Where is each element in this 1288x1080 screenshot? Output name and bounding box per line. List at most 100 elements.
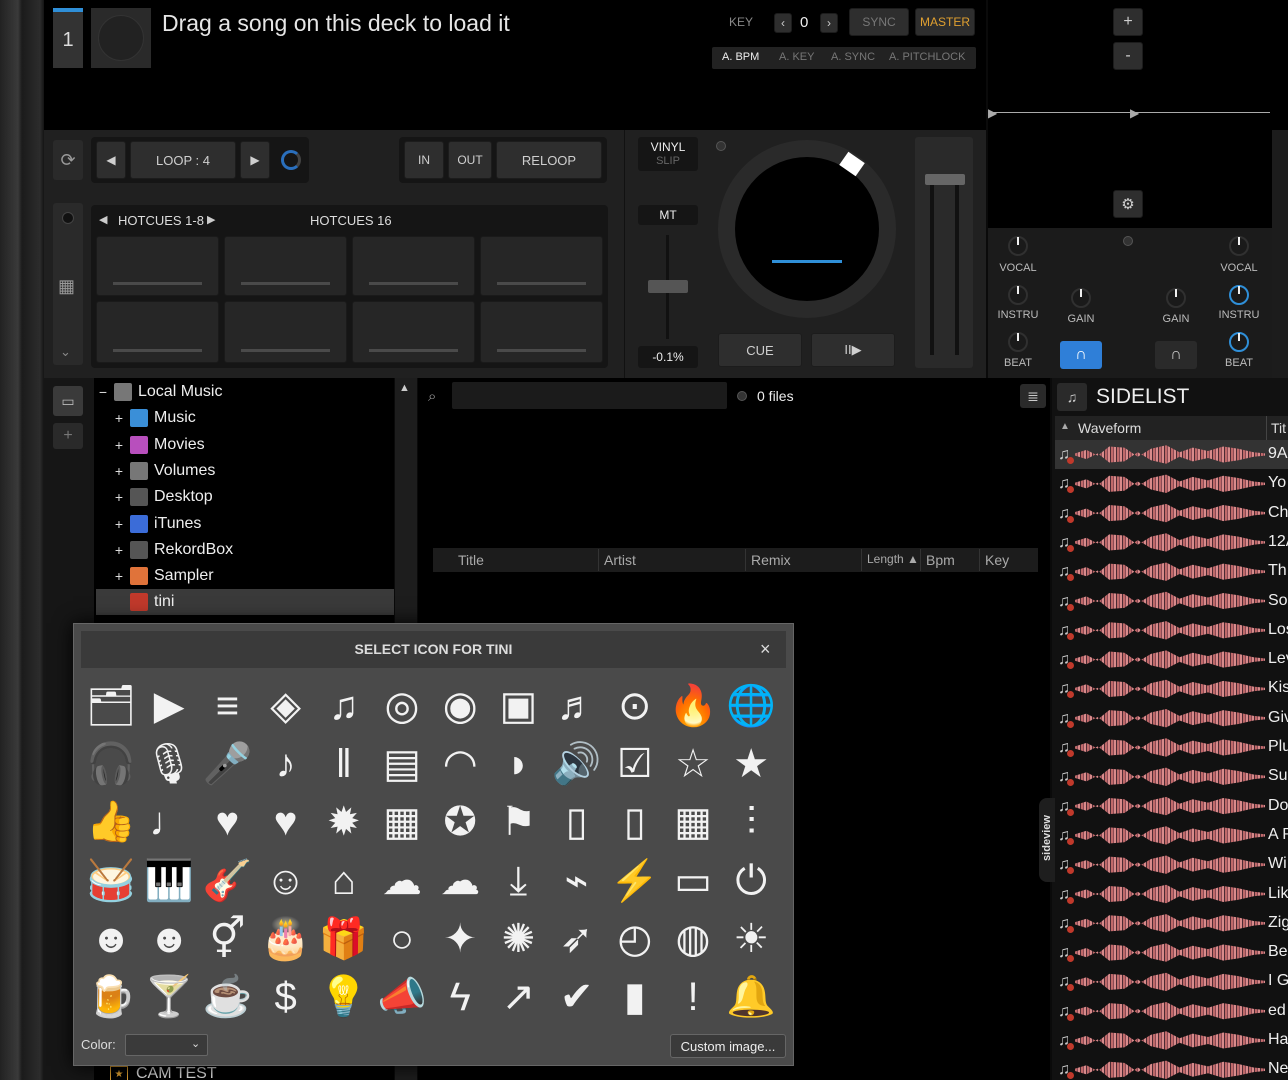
lightbulb-icon[interactable]: 💡 bbox=[317, 970, 371, 1024]
rocket-icon[interactable]: ➶ bbox=[550, 912, 604, 966]
sidelist-row[interactable]: ♫ Los bbox=[1055, 616, 1288, 645]
cloud-star-icon[interactable]: ☁ bbox=[375, 854, 429, 908]
speaker-icon[interactable]: 🔊 bbox=[550, 737, 604, 791]
master-button[interactable]: MASTER bbox=[915, 8, 975, 36]
expand-toggle-icon[interactable]: + bbox=[112, 568, 126, 584]
sidelist-row[interactable]: ♫ Wi bbox=[1055, 850, 1288, 879]
column-header[interactable]: Title bbox=[458, 552, 484, 568]
sidelist-row[interactable]: ♫ Ne bbox=[1055, 1055, 1288, 1080]
dj-booth-icon[interactable]: ⌂ bbox=[317, 854, 371, 908]
pitch-slider-handle[interactable] bbox=[648, 280, 688, 293]
scroll-up-icon[interactable]: ▲ bbox=[399, 382, 410, 394]
search-input[interactable] bbox=[452, 382, 727, 409]
tree-item-local-music[interactable]: − Local Music bbox=[96, 379, 394, 405]
play-pause-button[interactable]: II▶ bbox=[811, 333, 895, 367]
sidelist-row[interactable]: ♫ Lev bbox=[1055, 645, 1288, 674]
add-folder-icon[interactable]: ▭ bbox=[53, 386, 83, 416]
playlist-music-icon[interactable]: ≡ bbox=[200, 679, 254, 733]
tree-item-tini[interactable]: tini bbox=[96, 589, 394, 616]
phone-icon[interactable]: ▯ bbox=[550, 795, 604, 849]
settings-gear-icon[interactable]: ⚙ bbox=[1113, 190, 1143, 218]
hotcue-bank-label[interactable]: HOTCUES 1-8 bbox=[118, 213, 204, 228]
sort-icon[interactable]: ▲ bbox=[1060, 421, 1070, 432]
check-box-icon[interactable]: ☑ bbox=[608, 737, 662, 791]
sidelist-row[interactable]: ♫ 9A bbox=[1055, 440, 1288, 469]
tree-item-music[interactable]: + Music bbox=[96, 405, 394, 431]
key-down-button[interactable]: ‹ bbox=[774, 13, 792, 33]
music-disc-icon[interactable]: ♫ bbox=[317, 679, 371, 733]
auto-bpm-toggle[interactable]: A. BPM bbox=[722, 51, 759, 63]
sidelist-col-title[interactable]: Tit bbox=[1271, 420, 1286, 436]
gain-knob-right[interactable] bbox=[1166, 288, 1186, 308]
expand-toggle-icon[interactable]: + bbox=[112, 410, 126, 426]
gain-knob-left[interactable] bbox=[1071, 288, 1091, 308]
headphones-left-icon[interactable]: ∩ bbox=[1060, 341, 1102, 369]
firework-icon[interactable]: ✺ bbox=[491, 912, 545, 966]
sidelist-row[interactable]: ♫ Kis bbox=[1055, 674, 1288, 703]
expand-toggle-icon[interactable]: − bbox=[96, 384, 110, 400]
power-icon[interactable]: ⏻ bbox=[724, 854, 778, 908]
custom-image-button[interactable]: Custom image... bbox=[670, 1034, 786, 1058]
star-icon[interactable]: ★ bbox=[724, 737, 778, 791]
hotcue-next-icon[interactable]: ▶ bbox=[207, 213, 215, 226]
sidelist-music-icon[interactable]: ♫ bbox=[1057, 383, 1087, 411]
speaker-box-icon[interactable]: ▯ bbox=[608, 795, 662, 849]
tree-item-movies[interactable]: + Movies bbox=[96, 432, 394, 458]
column-header[interactable]: Remix bbox=[751, 552, 791, 568]
tree-item-sampler[interactable]: + Sampler bbox=[96, 563, 394, 589]
new-badge-icon[interactable]: ✹ bbox=[317, 795, 371, 849]
list-options-icon[interactable]: ≣ bbox=[1020, 384, 1046, 408]
sidelist-row[interactable]: ♫ Do bbox=[1055, 792, 1288, 821]
loop-prev-button[interactable]: ◀ bbox=[96, 141, 126, 179]
tree-item-cam-test[interactable]: ★ CAM TEST bbox=[110, 1065, 217, 1080]
loop-roll-icon[interactable]: ⟳ bbox=[53, 140, 83, 180]
soundwave-icon[interactable]: ‖ bbox=[317, 737, 371, 791]
tree-item-volumes[interactable]: + Volumes bbox=[96, 458, 394, 484]
loop-size-button[interactable]: LOOP : 4 bbox=[130, 141, 236, 179]
mixer-sliders-icon[interactable]: ⫶ bbox=[724, 795, 778, 849]
headphones-right-icon[interactable]: ∩ bbox=[1155, 341, 1197, 369]
column-header[interactable]: Bpm bbox=[926, 552, 955, 568]
cloud-music-icon[interactable]: ☁ bbox=[433, 854, 487, 908]
zoom-in-button[interactable]: + bbox=[1113, 8, 1143, 36]
auto-sync-toggle[interactable]: A. SYNC bbox=[831, 51, 875, 63]
tree-item-rekordbox[interactable]: + RekordBox bbox=[96, 537, 394, 563]
guitar-icon[interactable]: 🎸 bbox=[200, 854, 254, 908]
heart-icon[interactable]: ♥ bbox=[259, 795, 313, 849]
radio-icon[interactable]: ▭ bbox=[666, 854, 720, 908]
deck-number[interactable]: 1 bbox=[53, 8, 83, 68]
microphone-icon[interactable]: 🎙 bbox=[142, 737, 196, 791]
sidelist-row[interactable]: ♫ Ha bbox=[1055, 1026, 1288, 1055]
broadcast-icon[interactable]: ◗ bbox=[491, 737, 545, 791]
globe-music-icon[interactable]: 🌐 bbox=[724, 679, 778, 733]
lightning-icon[interactable]: ϟ bbox=[433, 970, 487, 1024]
turntable-icon[interactable]: ▣ bbox=[491, 679, 545, 733]
music-bubble-icon[interactable]: ♩ bbox=[142, 795, 196, 849]
instru-knob-left[interactable] bbox=[1008, 285, 1028, 305]
piano-icon[interactable]: 🎹 bbox=[142, 854, 196, 908]
playlist-video-icon[interactable]: ▶ bbox=[142, 679, 196, 733]
dj-user-icon[interactable]: ☺ bbox=[259, 854, 313, 908]
megaphone-icon[interactable]: 📣 bbox=[375, 970, 429, 1024]
loop-next-button[interactable]: ▶ bbox=[240, 141, 270, 179]
auto-pitchlock-toggle[interactable]: A. PITCHLOCK bbox=[889, 51, 965, 63]
bookmark-star-icon[interactable]: ⚑ bbox=[491, 795, 545, 849]
hotcue-pad[interactable] bbox=[96, 301, 219, 363]
hotcue-16-label[interactable]: HOTCUES 16 bbox=[310, 213, 392, 228]
vinyl-hand-icon[interactable]: ◉ bbox=[433, 679, 487, 733]
close-icon[interactable]: × bbox=[760, 639, 771, 660]
expand-toggle-icon[interactable]: + bbox=[112, 516, 126, 532]
sidelist-row[interactable]: ♫ I G bbox=[1055, 967, 1288, 996]
alert-circle-icon[interactable]: ! bbox=[666, 970, 720, 1024]
cocktail-icon[interactable]: 🍸 bbox=[142, 970, 196, 1024]
loop-in-button[interactable]: IN bbox=[404, 141, 444, 179]
hotcue-pad[interactable] bbox=[96, 236, 219, 296]
hotcue-prev-icon[interactable]: ◀ bbox=[99, 213, 107, 226]
beer-icon[interactable]: 🍺 bbox=[84, 970, 138, 1024]
add-icon[interactable]: + bbox=[53, 423, 83, 449]
expand-toggle-icon[interactable]: + bbox=[112, 463, 126, 479]
chart-circle-icon[interactable]: ▮ bbox=[608, 970, 662, 1024]
auto-key-toggle[interactable]: A. KEY bbox=[779, 51, 814, 63]
usb-icon[interactable]: ⌁ bbox=[550, 854, 604, 908]
sidelist-row[interactable]: ♫ 12A bbox=[1055, 528, 1288, 557]
